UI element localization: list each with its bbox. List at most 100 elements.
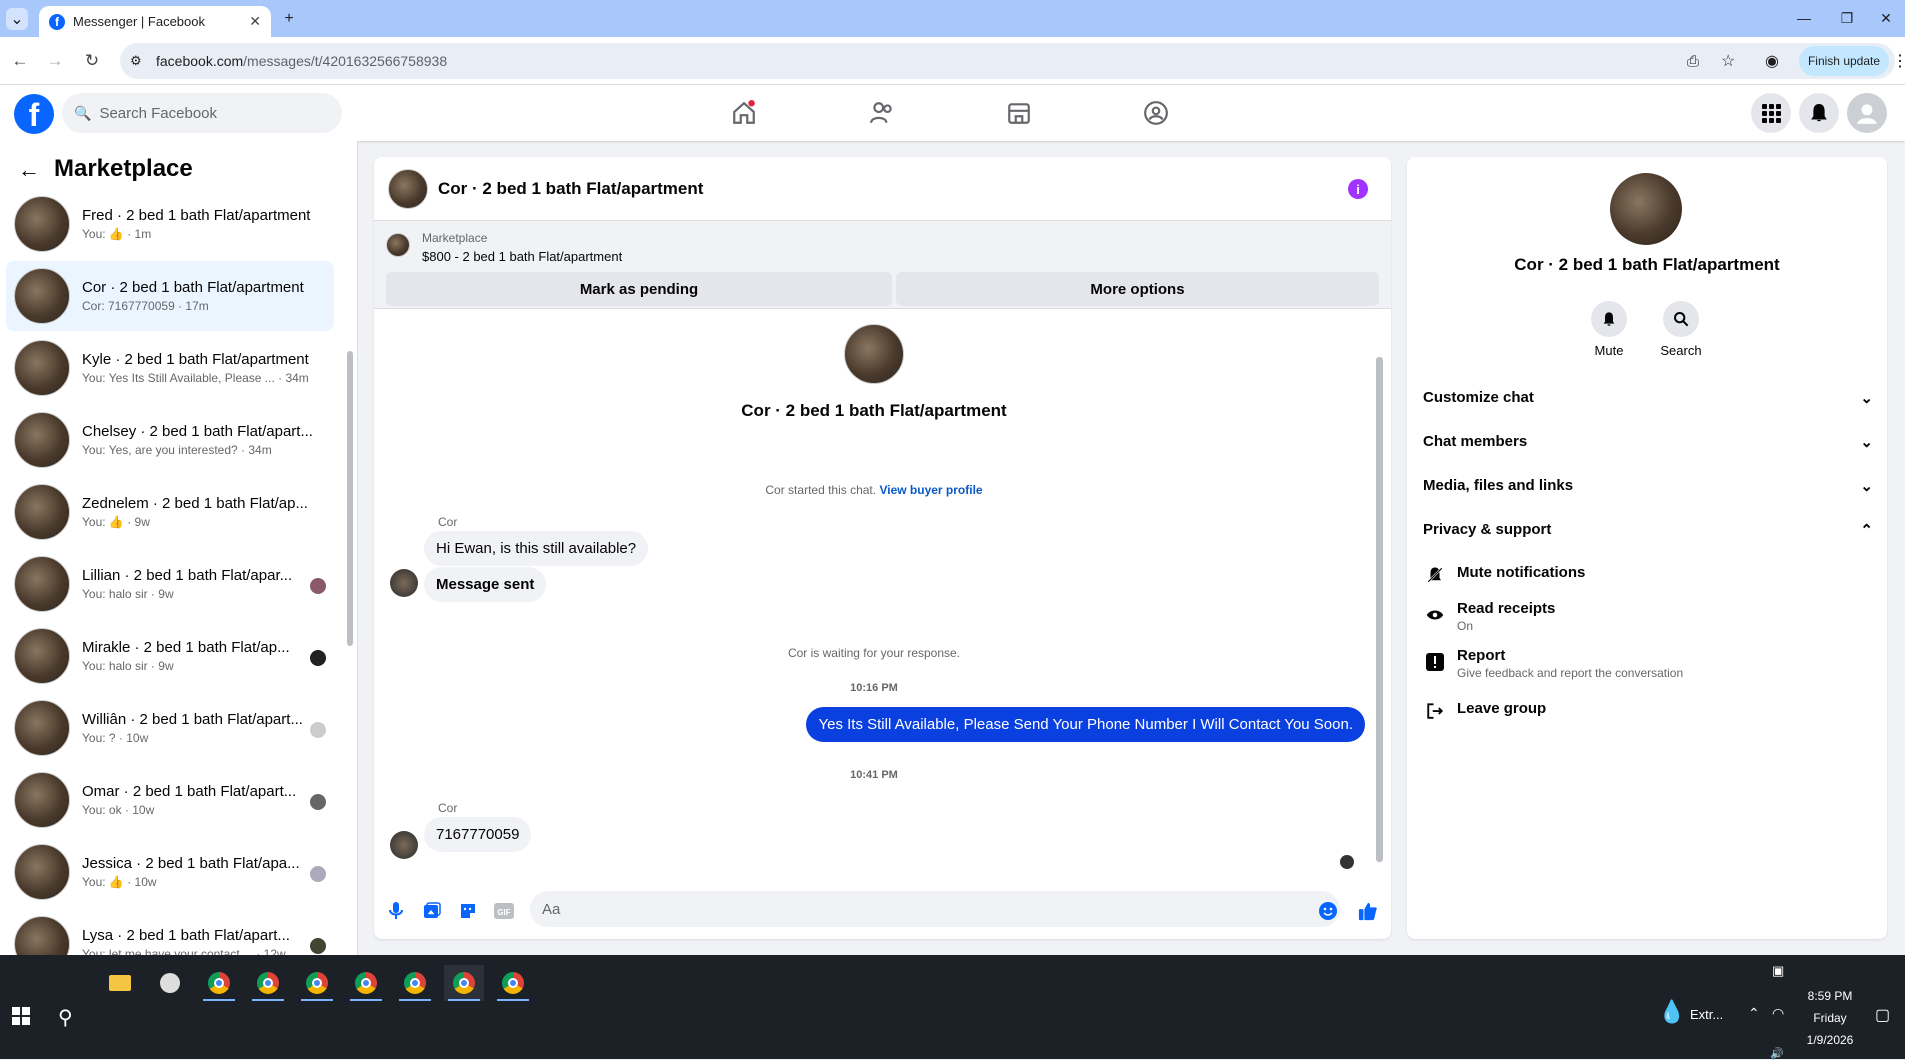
notifications-bell-icon[interactable] (1799, 93, 1839, 133)
taskbar-clock[interactable]: 8:59 PM Friday 1/9/2026 (1790, 985, 1870, 1051)
like-thumb-icon[interactable] (1358, 901, 1378, 921)
listing-price-title[interactable]: $800 - 2 bed 1 bath Flat/apartment (422, 249, 622, 264)
leave-group-item[interactable]: Leave group (1423, 699, 1546, 723)
forward-arrow-icon[interactable]: → (43, 49, 67, 73)
mute-bell-icon[interactable] (1591, 301, 1627, 337)
conversation-item[interactable]: Williân · 2 bed 1 bath Flat/apart... You:… (6, 693, 334, 763)
conversation-avatar (14, 484, 70, 540)
chat-members-section[interactable]: Chat members ⌄ (1423, 433, 1873, 451)
bookmark-star-icon[interactable]: ☆ (1721, 51, 1735, 71)
conversation-avatar (14, 340, 70, 396)
privacy-support-section[interactable]: Privacy & support ⌃ (1423, 521, 1873, 539)
app-icon[interactable] (150, 965, 190, 1001)
sticker-icon[interactable] (458, 901, 478, 921)
groups-icon[interactable] (1140, 97, 1172, 129)
item-label: Read receipts (1457, 600, 1556, 617)
conversation-item[interactable]: Lillian · 2 bed 1 bath Flat/apar... You: … (6, 549, 334, 619)
facebook-logo[interactable]: f (14, 94, 54, 134)
chat-scrollbar[interactable] (1376, 357, 1383, 862)
sidebar-scrollbar[interactable] (347, 351, 353, 646)
outgoing-message-bubble[interactable]: Yes Its Still Available, Please Send You… (806, 707, 1365, 742)
photo-icon[interactable] (422, 901, 442, 921)
conversation-item[interactable]: Zednelem · 2 bed 1 bath Flat/ap... You: 👍… (6, 477, 334, 547)
info-icon[interactable]: i (1348, 179, 1368, 199)
message-input[interactable]: Aa (530, 891, 1340, 927)
conversation-item[interactable]: Chelsey · 2 bed 1 bath Flat/apart... You:… (6, 405, 334, 475)
mark-as-pending-button[interactable]: Mark as pending (386, 272, 892, 306)
install-app-icon[interactable]: ⎙ (1687, 53, 1699, 70)
browser-menu-icon[interactable]: ⋮ (1892, 51, 1905, 71)
reload-icon[interactable]: ↻ (80, 49, 104, 73)
view-buyer-profile-link[interactable]: View buyer profile (879, 483, 982, 497)
url-field[interactable]: ⚙ facebook.com/messages/t/42016325667589… (120, 43, 1895, 79)
emoji-icon[interactable] (1318, 901, 1338, 921)
conversation-item[interactable]: Jessica · 2 bed 1 bath Flat/apa... You: 👍… (6, 837, 334, 907)
more-options-button[interactable]: More options (896, 272, 1379, 306)
tray-device-icon[interactable]: ▣ (1772, 963, 1784, 979)
conversation-item[interactable]: Kyle · 2 bed 1 bath Flat/apartment You: Y… (6, 333, 334, 403)
report-item[interactable]: Report Give feedback and report the conve… (1423, 646, 1683, 680)
minimize-icon[interactable]: — (1784, 6, 1824, 30)
chrome-icon[interactable] (346, 965, 386, 1001)
conversation-item[interactable]: Fred · 2 bed 1 bath Flat/apartment You: 👍… (6, 189, 334, 259)
conversation-sidebar: ← Marketplace Fred · 2 bed 1 bath Flat/a… (0, 141, 358, 955)
site-info-icon[interactable]: ⚙ (130, 53, 142, 69)
taskbar-search-icon[interactable]: ⚲ (58, 1005, 73, 1030)
home-icon[interactable] (728, 97, 760, 129)
weather-text[interactable]: Extr... (1690, 1007, 1723, 1022)
read-receipts-state: On (1457, 619, 1474, 633)
wifi-icon[interactable]: ◠ (1772, 1005, 1784, 1022)
chrome-icon[interactable] (395, 965, 435, 1001)
chat-details-panel: Cor · 2 bed 1 bath Flat/apartment Mute S… (1407, 157, 1887, 939)
media-files-links-section[interactable]: Media, files and links ⌄ (1423, 477, 1873, 495)
weather-drop-icon[interactable]: 💧 (1658, 999, 1685, 1025)
restore-icon[interactable]: ❐ (1827, 6, 1867, 30)
conversation-item[interactable]: Lysa · 2 bed 1 bath Flat/apart... You: le… (6, 909, 334, 955)
windows-start-icon[interactable] (12, 1007, 32, 1027)
chat-title[interactable]: Cor · 2 bed 1 bath Flat/apartment (438, 179, 703, 199)
search-icon[interactable] (1663, 301, 1699, 337)
finish-update-button[interactable]: Finish update (1799, 46, 1889, 76)
started-text: Cor started this chat. (765, 483, 877, 497)
message-bubble[interactable]: 7167770059 (424, 817, 532, 852)
listing-thumbnail[interactable] (386, 233, 410, 257)
conversation-item[interactable]: Omar · 2 bed 1 bath Flat/apart... You: ok… (6, 765, 334, 835)
mute-notifications-item[interactable]: Mute notifications (1423, 563, 1585, 587)
new-tab-icon[interactable]: + (278, 8, 300, 30)
profile-icon[interactable]: ◉ (1765, 51, 1779, 71)
chrome-icon[interactable] (199, 965, 239, 1001)
chrome-icon[interactable] (444, 965, 484, 1001)
conversation-item[interactable]: Cor · 2 bed 1 bath Flat/apartment Cor: 71… (6, 261, 334, 331)
tray-chevron-up-icon[interactable]: ⌃ (1748, 1005, 1760, 1022)
chrome-icon[interactable] (493, 965, 533, 1001)
message-bubble[interactable]: Message sent (424, 567, 547, 602)
chrome-icon[interactable] (297, 965, 337, 1001)
sender-avatar[interactable] (390, 831, 418, 859)
file-explorer-icon[interactable] (100, 965, 140, 1001)
chrome-icon[interactable] (248, 965, 288, 1001)
friends-icon[interactable] (866, 97, 898, 129)
microphone-icon[interactable] (386, 901, 406, 921)
notification-center-icon[interactable]: ▢ (1875, 1005, 1890, 1025)
volume-icon[interactable]: 🔊 (1770, 1047, 1784, 1060)
customize-chat-section[interactable]: Customize chat ⌄ (1423, 389, 1873, 407)
item-label: Leave group (1457, 700, 1547, 717)
back-arrow-icon[interactable]: ← (18, 157, 40, 183)
menu-grid-icon[interactable] (1751, 93, 1791, 133)
back-arrow-icon[interactable]: ← (8, 49, 32, 73)
conversation-avatar (14, 196, 70, 252)
marketplace-icon[interactable] (1003, 97, 1035, 129)
sender-avatar[interactable] (390, 569, 418, 597)
conversation-avatar (14, 268, 70, 324)
chat-avatar[interactable] (388, 169, 428, 209)
message-bubble[interactable]: Hi Ewan, is this still available? (424, 531, 649, 566)
account-avatar[interactable] (1847, 93, 1887, 133)
close-tab-icon[interactable]: ✕ (249, 13, 261, 30)
facebook-search-input[interactable]: 🔍 Search Facebook (62, 93, 342, 133)
close-window-icon[interactable]: ✕ (1866, 6, 1905, 30)
read-receipts-item[interactable]: Read receipts On (1423, 599, 1555, 633)
browser-tab[interactable]: f Messenger | Facebook ✕ (39, 6, 271, 37)
conversation-item[interactable]: Mirakle · 2 bed 1 bath Flat/ap... You: ha… (6, 621, 334, 691)
tab-search-icon[interactable]: ⌄ (6, 8, 28, 30)
gif-icon[interactable]: GIF (494, 901, 514, 921)
